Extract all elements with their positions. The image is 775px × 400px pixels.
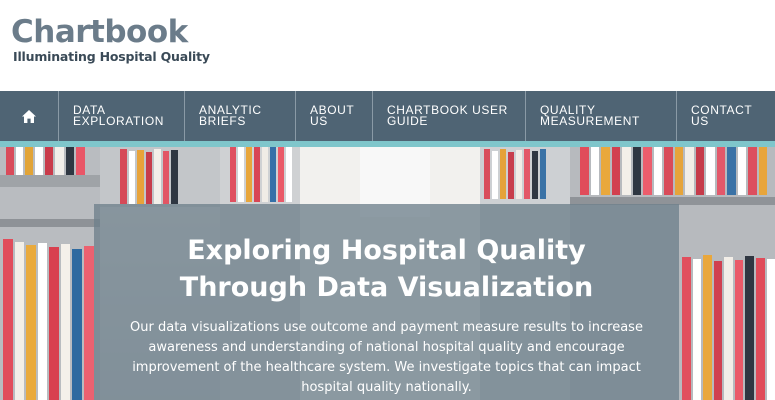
site-logo[interactable]: Chartbook Illuminating Hospital Quality [11,15,210,65]
hero-panel: Exploring Hospital Quality Through Data … [94,204,679,400]
nav-item-home[interactable] [0,91,59,141]
main-nav: DATA EXPLORATION ANALYTIC BRIEFS ABOUT U… [0,91,775,141]
hero-section: Exploring Hospital Quality Through Data … [0,147,775,400]
logo-tagline: Illuminating Hospital Quality [13,49,210,64]
nav-item-quality-measurement[interactable]: QUALITY MEASUREMENT [526,91,677,141]
nav-item-label: ANALYTIC BRIEFS [199,102,262,128]
site-header: Chartbook Illuminating Hospital Quality [0,0,775,91]
hero-title-line-1: Exploring Hospital Quality [187,235,586,266]
nav-item-user-guide[interactable]: CHARTBOOK USER GUIDE [373,91,526,141]
nav-item-label: DATA EXPLORATION [73,102,165,128]
nav-item-data-exploration[interactable]: DATA EXPLORATION [59,91,185,141]
nav-item-about-us[interactable]: ABOUT US [296,91,373,141]
nav-item-label: CONTACT US [691,102,753,128]
nav-item-contact-us[interactable]: CONTACT US [677,91,775,141]
hero-title: Exploring Hospital Quality Through Data … [94,232,679,306]
nav-item-label: ABOUT US [310,102,355,128]
hero-description: Our data visualizations use outcome and … [130,320,643,395]
nav-item-analytic-briefs[interactable]: ANALYTIC BRIEFS [185,91,296,141]
page: Chartbook Illuminating Hospital Quality … [0,0,775,400]
nav-item-label: CHARTBOOK USER GUIDE [387,102,508,128]
logo-title: Chartbook [11,14,188,50]
nav-item-label: QUALITY MEASUREMENT [540,102,640,128]
home-icon [22,109,36,123]
hero-title-line-2: Through Data Visualization [179,272,594,303]
